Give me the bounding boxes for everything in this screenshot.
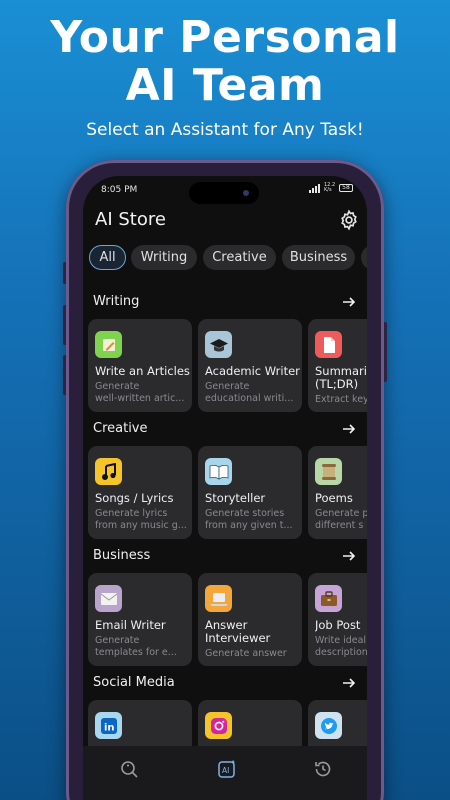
ai-store-icon[interactable]: AI — [217, 759, 237, 779]
arrow-right-icon[interactable] — [341, 421, 357, 437]
tab-all[interactable]: All — [89, 245, 126, 270]
assistant-card[interactable]: Storyteller Generate stories from any gi… — [198, 446, 302, 539]
tab-business[interactable]: Business — [282, 245, 355, 270]
card-title: Songs / Lyrics — [95, 492, 174, 505]
tab-writing[interactable]: Writing — [131, 245, 197, 270]
arrow-right-icon[interactable] — [341, 675, 357, 691]
assistant-card[interactable]: Job Post Write ideal description — [308, 573, 367, 666]
svg-text:AI: AI — [222, 766, 229, 775]
app-title: AI Store — [95, 209, 166, 230]
card-description: Generate answer — [205, 648, 287, 659]
card-description: Generate templates for e... — [95, 635, 177, 658]
document-icon — [315, 331, 342, 358]
assistant-card[interactable]: Academic Writer Generate educational wri… — [198, 319, 302, 412]
battery-icon: 58 — [339, 184, 353, 192]
twitter-icon — [315, 712, 342, 739]
music-note-icon — [95, 458, 122, 485]
pencil-icon — [95, 331, 122, 358]
graduation-cap-icon — [205, 331, 232, 358]
card-row-writing: Write an Articles Generate well-written … — [88, 319, 367, 414]
arrow-right-icon[interactable] — [341, 548, 357, 564]
section-header-writing[interactable]: Writing — [93, 294, 357, 312]
card-description: Generate lyrics from any music g... — [95, 508, 187, 531]
hero-title: Your Personal AI Team — [0, 14, 450, 110]
section-title: Creative — [93, 421, 148, 436]
section-header-creative[interactable]: Creative — [93, 421, 357, 439]
open-book-icon — [205, 458, 232, 485]
search-sparkle-icon[interactable] — [119, 759, 139, 779]
status-bar: 8:05 PM 12.2 K/s 58 — [83, 176, 367, 206]
card-title: Summarize (TL;DR) — [315, 365, 367, 391]
section-title: Writing — [93, 294, 140, 309]
card-description: Write ideal description — [315, 635, 367, 658]
section-title: Social Media — [93, 675, 175, 690]
history-icon[interactable] — [313, 759, 333, 779]
section-title: Business — [93, 548, 151, 563]
instagram-icon — [205, 712, 232, 739]
hero-title-line1: Your Personal — [50, 12, 400, 63]
briefcase-icon — [315, 585, 342, 612]
card-row-business: Email Writer Generate templates for e...… — [88, 573, 367, 668]
dynamic-island — [189, 182, 259, 204]
card-title: Job Post — [315, 619, 361, 632]
card-title: Academic Writer — [205, 365, 300, 378]
network-speed: 12.2 K/s — [324, 182, 336, 193]
card-title: Write an Articles — [95, 365, 190, 378]
card-title: Email Writer — [95, 619, 166, 632]
section-header-social-media[interactable]: Social Media — [93, 675, 357, 693]
arrow-right-icon[interactable] — [341, 294, 357, 310]
card-description: Generate educational writi... — [205, 381, 294, 404]
assistant-card[interactable]: Poems Generate p different s — [308, 446, 367, 539]
svg-text:in: in — [104, 722, 115, 733]
card-description: Extract key — [315, 394, 367, 405]
tab-more[interactable]: S — [361, 245, 367, 270]
category-tabs: All Writing Creative Business S — [89, 245, 367, 271]
card-title: Answer Interviewer — [205, 619, 271, 645]
card-title: Storyteller — [205, 492, 266, 505]
card-row-creative: Songs / Lyrics Generate lyrics from any … — [88, 446, 367, 541]
phone-screen: 8:05 PM 12.2 K/s 58 AI Store All Writing… — [83, 176, 367, 800]
gear-icon[interactable] — [338, 209, 360, 231]
hero-title-line2: AI Team — [125, 60, 325, 111]
assistant-card[interactable]: Songs / Lyrics Generate lyrics from any … — [88, 446, 192, 539]
camera-dot — [243, 190, 249, 196]
card-title: Poems — [315, 492, 353, 505]
card-description: Generate stories from any given t... — [205, 508, 293, 531]
assistant-card[interactable]: Answer Interviewer Generate answer — [198, 573, 302, 666]
card-description: Generate well-written artic... — [95, 381, 185, 404]
assistant-card[interactable]: Summarize (TL;DR) Extract key — [308, 319, 367, 412]
signal-icon — [309, 184, 321, 193]
assistant-card[interactable]: Write an Articles Generate well-written … — [88, 319, 192, 412]
scroll-icon — [315, 458, 342, 485]
assistant-card[interactable]: Email Writer Generate templates for e... — [88, 573, 192, 666]
envelope-icon — [95, 585, 122, 612]
hero-subtitle: Select an Assistant for Any Task! — [86, 120, 364, 140]
tab-creative[interactable]: Creative — [203, 245, 276, 270]
laptop-icon — [205, 585, 232, 612]
section-header-business[interactable]: Business — [93, 548, 357, 566]
card-description: Generate p different s — [315, 508, 367, 531]
linkedin-icon: in — [95, 712, 122, 739]
status-time: 8:05 PM — [101, 185, 138, 195]
bottom-navigation: AI — [83, 746, 367, 800]
